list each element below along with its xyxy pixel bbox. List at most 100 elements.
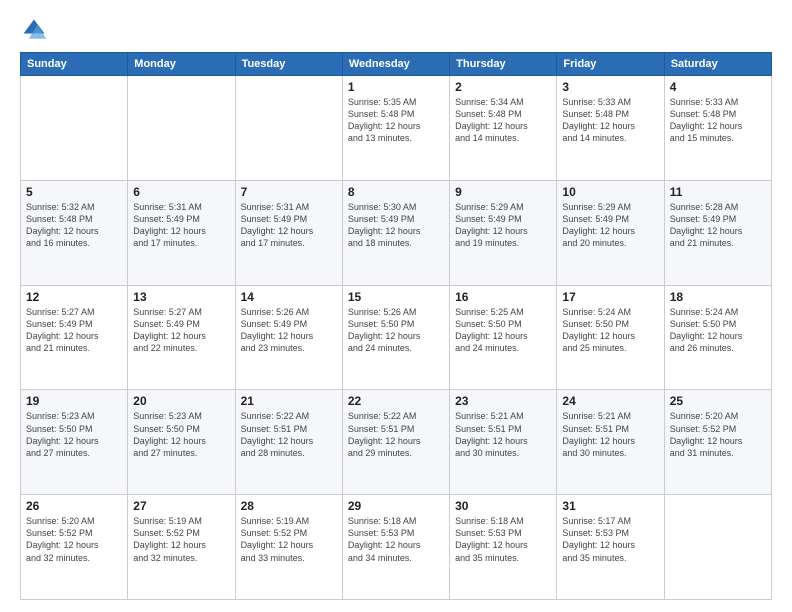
day-number: 30 <box>455 499 551 513</box>
day-cell-18: 18 Sunrise: 5:24 AM Sunset: 5:50 PM Dayli… <box>664 285 771 390</box>
day-info: Sunrise: 5:27 AM Sunset: 5:49 PM Dayligh… <box>26 306 122 355</box>
day-cell-28: 28 Sunrise: 5:19 AM Sunset: 5:52 PM Dayli… <box>235 495 342 600</box>
day-cell-15: 15Sunrise: 5:26 AM Sunset: 5:50 PM Dayli… <box>342 285 449 390</box>
day-cell-31: 31 Sunrise: 5:17 AM Sunset: 5:53 PM Dayli… <box>557 495 664 600</box>
day-number: 29 <box>348 499 444 513</box>
day-number: 26 <box>26 499 122 513</box>
day-cell-26: 26 Sunrise: 5:20 AM Sunset: 5:52 PM Dayli… <box>21 495 128 600</box>
day-number: 20 <box>133 394 229 408</box>
day-number: 21 <box>241 394 337 408</box>
day-cell-1: 1Sunrise: 5:35 AM Sunset: 5:48 PM Daylig… <box>342 76 449 181</box>
day-cell-11: 11 Sunrise: 5:28 AM Sunset: 5:49 PM Dayli… <box>664 180 771 285</box>
weekday-header-row: SundayMondayTuesdayWednesdayThursdayFrid… <box>21 53 772 76</box>
day-cell-12: 12 Sunrise: 5:27 AM Sunset: 5:49 PM Dayli… <box>21 285 128 390</box>
day-number: 16 <box>455 290 551 304</box>
weekday-header-wednesday: Wednesday <box>342 53 449 76</box>
day-number: 9 <box>455 185 551 199</box>
day-number: 11 <box>670 185 766 199</box>
day-number: 28 <box>241 499 337 513</box>
weekday-header-sunday: Sunday <box>21 53 128 76</box>
weekday-header-saturday: Saturday <box>664 53 771 76</box>
day-number: 3 <box>562 80 658 94</box>
day-cell-16: 16 Sunrise: 5:25 AM Sunset: 5:50 PM Dayli… <box>450 285 557 390</box>
day-info: Sunrise: 5:24 AM Sunset: 5:50 PM Dayligh… <box>670 306 766 355</box>
day-number: 17 <box>562 290 658 304</box>
day-info: Sunrise: 5:23 AM Sunset: 5:50 PM Dayligh… <box>26 410 122 459</box>
day-info: Sunrise: 5:22 AM Sunset: 5:51 PM Dayligh… <box>348 410 444 459</box>
weekday-header-tuesday: Tuesday <box>235 53 342 76</box>
day-cell-25: 25 Sunrise: 5:20 AM Sunset: 5:52 PM Dayli… <box>664 390 771 495</box>
day-number: 5 <box>26 185 122 199</box>
day-info: Sunrise: 5:29 AM Sunset: 5:49 PM Dayligh… <box>562 201 658 250</box>
day-cell-2: 2 Sunrise: 5:34 AM Sunset: 5:48 PM Daylig… <box>450 76 557 181</box>
day-info: Sunrise: 5:21 AM Sunset: 5:51 PM Dayligh… <box>562 410 658 459</box>
day-number: 19 <box>26 394 122 408</box>
week-row-2: 5 Sunrise: 5:32 AM Sunset: 5:48 PM Daylig… <box>21 180 772 285</box>
day-number: 27 <box>133 499 229 513</box>
day-info: Sunrise: 5:28 AM Sunset: 5:49 PM Dayligh… <box>670 201 766 250</box>
empty-cell <box>21 76 128 181</box>
day-number: 10 <box>562 185 658 199</box>
day-info: Sunrise: 5:26 AM Sunset: 5:49 PM Dayligh… <box>241 306 337 355</box>
day-cell-14: 14 Sunrise: 5:26 AM Sunset: 5:49 PM Dayli… <box>235 285 342 390</box>
empty-cell <box>235 76 342 181</box>
empty-cell <box>664 495 771 600</box>
day-cell-23: 23Sunrise: 5:21 AM Sunset: 5:51 PM Dayli… <box>450 390 557 495</box>
week-row-3: 12 Sunrise: 5:27 AM Sunset: 5:49 PM Dayli… <box>21 285 772 390</box>
day-number: 25 <box>670 394 766 408</box>
day-info: Sunrise: 5:33 AM Sunset: 5:48 PM Dayligh… <box>562 96 658 145</box>
day-info: Sunrise: 5:20 AM Sunset: 5:52 PM Dayligh… <box>670 410 766 459</box>
day-info: Sunrise: 5:33 AM Sunset: 5:48 PM Dayligh… <box>670 96 766 145</box>
day-info: Sunrise: 5:30 AM Sunset: 5:49 PM Dayligh… <box>348 201 444 250</box>
day-info: Sunrise: 5:19 AM Sunset: 5:52 PM Dayligh… <box>241 515 337 564</box>
day-number: 22 <box>348 394 444 408</box>
day-number: 8 <box>348 185 444 199</box>
day-info: Sunrise: 5:29 AM Sunset: 5:49 PM Dayligh… <box>455 201 551 250</box>
weekday-header-thursday: Thursday <box>450 53 557 76</box>
weekday-header-friday: Friday <box>557 53 664 76</box>
day-cell-30: 30Sunrise: 5:18 AM Sunset: 5:53 PM Dayli… <box>450 495 557 600</box>
day-info: Sunrise: 5:17 AM Sunset: 5:53 PM Dayligh… <box>562 515 658 564</box>
day-info: Sunrise: 5:34 AM Sunset: 5:48 PM Dayligh… <box>455 96 551 145</box>
day-cell-22: 22 Sunrise: 5:22 AM Sunset: 5:51 PM Dayli… <box>342 390 449 495</box>
day-info: Sunrise: 5:19 AM Sunset: 5:52 PM Dayligh… <box>133 515 229 564</box>
day-cell-8: 8 Sunrise: 5:30 AM Sunset: 5:49 PM Daylig… <box>342 180 449 285</box>
day-info: Sunrise: 5:25 AM Sunset: 5:50 PM Dayligh… <box>455 306 551 355</box>
day-number: 13 <box>133 290 229 304</box>
day-cell-20: 20 Sunrise: 5:23 AM Sunset: 5:50 PM Dayli… <box>128 390 235 495</box>
day-number: 23 <box>455 394 551 408</box>
day-number: 14 <box>241 290 337 304</box>
week-row-1: 1Sunrise: 5:35 AM Sunset: 5:48 PM Daylig… <box>21 76 772 181</box>
day-number: 24 <box>562 394 658 408</box>
day-number: 2 <box>455 80 551 94</box>
weekday-header-monday: Monday <box>128 53 235 76</box>
day-info: Sunrise: 5:20 AM Sunset: 5:52 PM Dayligh… <box>26 515 122 564</box>
day-cell-13: 13 Sunrise: 5:27 AM Sunset: 5:49 PM Dayli… <box>128 285 235 390</box>
day-number: 4 <box>670 80 766 94</box>
day-number: 31 <box>562 499 658 513</box>
day-info: Sunrise: 5:31 AM Sunset: 5:49 PM Dayligh… <box>133 201 229 250</box>
empty-cell <box>128 76 235 181</box>
day-number: 12 <box>26 290 122 304</box>
day-cell-19: 19 Sunrise: 5:23 AM Sunset: 5:50 PM Dayli… <box>21 390 128 495</box>
day-cell-9: 9 Sunrise: 5:29 AM Sunset: 5:49 PM Daylig… <box>450 180 557 285</box>
day-cell-3: 3 Sunrise: 5:33 AM Sunset: 5:48 PM Daylig… <box>557 76 664 181</box>
day-info: Sunrise: 5:27 AM Sunset: 5:49 PM Dayligh… <box>133 306 229 355</box>
day-cell-17: 17 Sunrise: 5:24 AM Sunset: 5:50 PM Dayli… <box>557 285 664 390</box>
page: SundayMondayTuesdayWednesdayThursdayFrid… <box>0 0 792 612</box>
day-info: Sunrise: 5:22 AM Sunset: 5:51 PM Dayligh… <box>241 410 337 459</box>
day-cell-29: 29 Sunrise: 5:18 AM Sunset: 5:53 PM Dayli… <box>342 495 449 600</box>
day-info: Sunrise: 5:23 AM Sunset: 5:50 PM Dayligh… <box>133 410 229 459</box>
week-row-4: 19 Sunrise: 5:23 AM Sunset: 5:50 PM Dayli… <box>21 390 772 495</box>
day-number: 15 <box>348 290 444 304</box>
day-cell-27: 27 Sunrise: 5:19 AM Sunset: 5:52 PM Dayli… <box>128 495 235 600</box>
day-info: Sunrise: 5:18 AM Sunset: 5:53 PM Dayligh… <box>348 515 444 564</box>
day-number: 18 <box>670 290 766 304</box>
calendar-table: SundayMondayTuesdayWednesdayThursdayFrid… <box>20 52 772 600</box>
day-info: Sunrise: 5:24 AM Sunset: 5:50 PM Dayligh… <box>562 306 658 355</box>
day-info: Sunrise: 5:35 AM Sunset: 5:48 PM Dayligh… <box>348 96 444 145</box>
day-info: Sunrise: 5:32 AM Sunset: 5:48 PM Dayligh… <box>26 201 122 250</box>
day-cell-7: 7Sunrise: 5:31 AM Sunset: 5:49 PM Daylig… <box>235 180 342 285</box>
day-number: 6 <box>133 185 229 199</box>
day-cell-4: 4 Sunrise: 5:33 AM Sunset: 5:48 PM Daylig… <box>664 76 771 181</box>
